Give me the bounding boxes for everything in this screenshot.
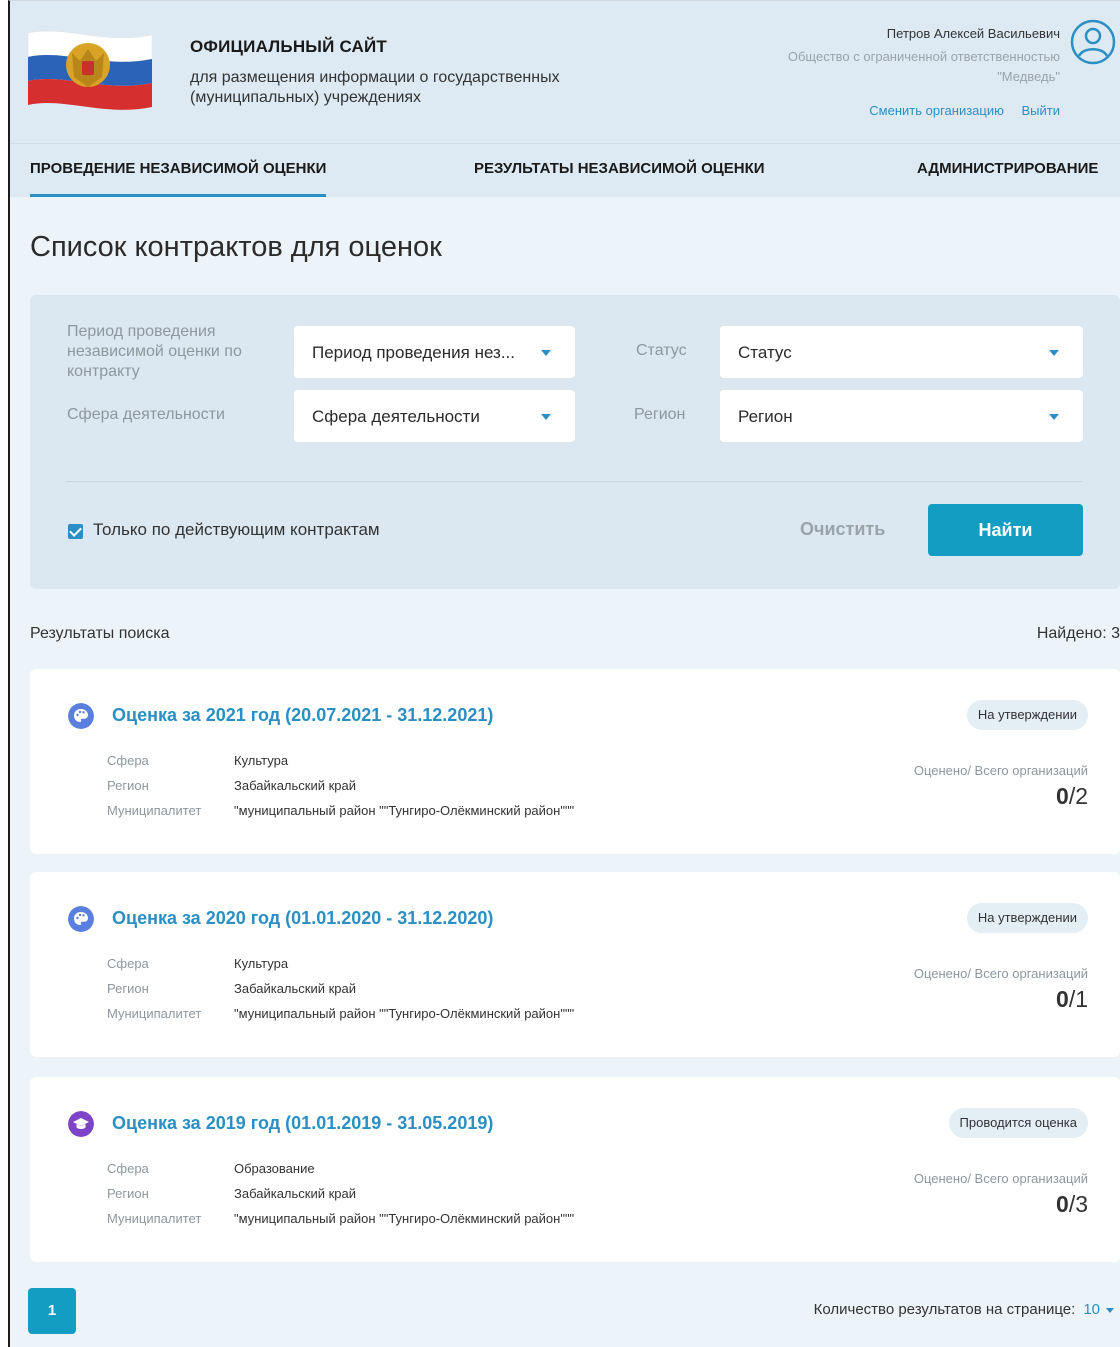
contract-card[interactable]: Оценка за 2019 год (01.01.2019 - 31.05.2… xyxy=(30,1077,1120,1262)
sphere-value: Культура xyxy=(234,956,289,971)
status-select-value: Статус xyxy=(738,343,792,362)
sphere-value: Образование xyxy=(234,1161,315,1176)
evaluated-count: 0/3 xyxy=(1056,1191,1088,1218)
page-title: Список контрактов для оценок xyxy=(30,231,442,263)
chevron-down-icon xyxy=(1049,414,1059,420)
contract-title-link[interactable]: Оценка за 2021 год (20.07.2021 - 31.12.2… xyxy=(112,705,493,726)
municipality-key: Муниципалитет xyxy=(107,803,202,818)
region-key: Регион xyxy=(107,981,149,996)
period-select-value: Период проведения нез... xyxy=(312,343,516,362)
status-badge: На утверждении xyxy=(966,903,1088,933)
evaluated-number: 0 xyxy=(1056,1191,1069,1217)
per-page-value: 10 xyxy=(1083,1301,1100,1318)
region-value: Забайкальский край xyxy=(234,778,357,793)
filter-divider xyxy=(66,481,1082,482)
user-organization: Общество с ограниченной ответственностью… xyxy=(787,49,1060,84)
period-select[interactable]: Период проведения нез... xyxy=(294,326,575,378)
tab-conducting-evaluation[interactable]: ПРОВЕДЕНИЕ НЕЗАВИСИМОЙ ОЦЕНКИ xyxy=(30,160,327,197)
palette-icon xyxy=(68,906,94,932)
sphere-key: Сфера xyxy=(107,753,149,768)
contract-title-link[interactable]: Оценка за 2019 год (01.01.2019 - 31.05.2… xyxy=(112,1113,493,1134)
sphere-select[interactable]: Сфера деятельности xyxy=(294,390,575,442)
graduation-cap-icon xyxy=(68,1111,94,1137)
region-select[interactable]: Регион xyxy=(720,390,1083,442)
evaluated-count: 0/1 xyxy=(1056,986,1088,1013)
municipality-value: "муниципальный район ""Тунгиро-Олёкминск… xyxy=(234,1006,575,1021)
evaluated-number: 0 xyxy=(1056,783,1069,809)
chevron-down-icon xyxy=(541,414,551,420)
region-filter-label: Регион xyxy=(634,406,686,423)
clear-button[interactable]: Очистить xyxy=(800,519,885,540)
per-page-control: Количество результатов на странице: 10 xyxy=(814,1301,1114,1318)
municipality-key: Муниципалитет xyxy=(107,1006,202,1021)
total-number: /2 xyxy=(1068,783,1088,809)
only-active-label[interactable]: Только по действующим контрактам xyxy=(93,520,380,540)
evaluated-count-label: Оценено/ Всего организаций xyxy=(913,1171,1088,1186)
status-select[interactable]: Статус xyxy=(720,326,1083,378)
region-key: Регион xyxy=(107,1186,149,1201)
user-avatar-icon[interactable] xyxy=(1070,19,1116,65)
found-count: Найдено: 3 xyxy=(1036,625,1120,642)
site-subtitle: для размещения информации о государствен… xyxy=(190,69,560,106)
coat-of-arms-flag-logo[interactable] xyxy=(24,23,156,111)
site-header: ОФИЦИАЛЬНЫЙ САЙТ для размещения информац… xyxy=(10,1,1120,143)
sphere-key: Сфера xyxy=(107,1161,149,1176)
region-value: Забайкальский край xyxy=(234,1186,357,1201)
user-name: Петров Алексей Васильевич xyxy=(886,26,1060,41)
per-page-label: Количество результатов на странице: xyxy=(813,1301,1076,1318)
status-filter-label: Статус xyxy=(636,342,687,359)
sphere-value: Культура xyxy=(234,753,289,768)
status-badge: Проводится оценка xyxy=(948,1108,1088,1138)
evaluated-count: 0/2 xyxy=(1056,783,1088,810)
site-title: ОФИЦИАЛЬНЫЙ САЙТ xyxy=(190,37,388,56)
only-active-checkbox[interactable] xyxy=(68,524,83,539)
sphere-select-value: Сфера деятельности xyxy=(312,407,480,426)
sphere-key: Сфера xyxy=(107,956,149,971)
chevron-down-icon xyxy=(541,350,551,356)
total-number: /1 xyxy=(1068,986,1088,1012)
change-organization-link[interactable]: Сменить организацию xyxy=(869,103,1004,118)
logout-link[interactable]: Выйти xyxy=(1022,103,1061,118)
chevron-down-icon xyxy=(1049,350,1059,356)
region-key: Регион xyxy=(107,778,149,793)
sphere-filter-label: Сфера деятельности xyxy=(67,406,225,423)
evaluated-number: 0 xyxy=(1056,986,1069,1012)
municipality-value: "муниципальный район ""Тунгиро-Олёкминск… xyxy=(234,803,575,818)
contract-title-link[interactable]: Оценка за 2020 год (01.01.2020 - 31.12.2… xyxy=(112,908,493,929)
evaluated-count-label: Оценено/ Всего организаций xyxy=(913,966,1088,981)
app-frame: ОФИЦИАЛЬНЫЙ САЙТ для размещения информац… xyxy=(8,0,1120,1347)
evaluated-count-label: Оценено/ Всего организаций xyxy=(913,763,1088,778)
municipality-value: "муниципальный район ""Тунгиро-Олёкминск… xyxy=(234,1211,575,1226)
region-value: Забайкальский край xyxy=(234,981,357,996)
contract-card[interactable]: Оценка за 2021 год (20.07.2021 - 31.12.2… xyxy=(30,669,1120,854)
tab-evaluation-results[interactable]: РЕЗУЛЬТАТЫ НЕЗАВИСИМОЙ ОЦЕНКИ xyxy=(474,160,765,177)
palette-icon xyxy=(68,703,94,729)
search-results-label: Результаты поиска xyxy=(30,625,170,642)
main-nav: ПРОВЕДЕНИЕ НЕЗАВИСИМОЙ ОЦЕНКИ РЕЗУЛЬТАТЫ… xyxy=(10,143,1120,197)
page-button-1[interactable]: 1 xyxy=(28,1288,76,1334)
find-button[interactable]: Найти xyxy=(928,504,1083,556)
user-links: Сменить организацию Выйти xyxy=(855,103,1060,118)
municipality-key: Муниципалитет xyxy=(107,1211,202,1226)
tab-administration[interactable]: АДМИНИСТРИРОВАНИЕ xyxy=(917,160,1098,177)
contract-card[interactable]: Оценка за 2020 год (01.01.2020 - 31.12.2… xyxy=(30,872,1120,1057)
per-page-select[interactable]: 10 xyxy=(1083,1301,1114,1318)
region-select-value: Регион xyxy=(738,407,793,426)
chevron-down-icon xyxy=(1106,1307,1114,1313)
period-filter-label: Период проведения независимой оценки по … xyxy=(67,323,242,380)
total-number: /3 xyxy=(1068,1191,1088,1217)
status-badge: На утверждении xyxy=(966,700,1088,730)
filter-panel: Период проведения независимой оценки по … xyxy=(30,295,1120,589)
